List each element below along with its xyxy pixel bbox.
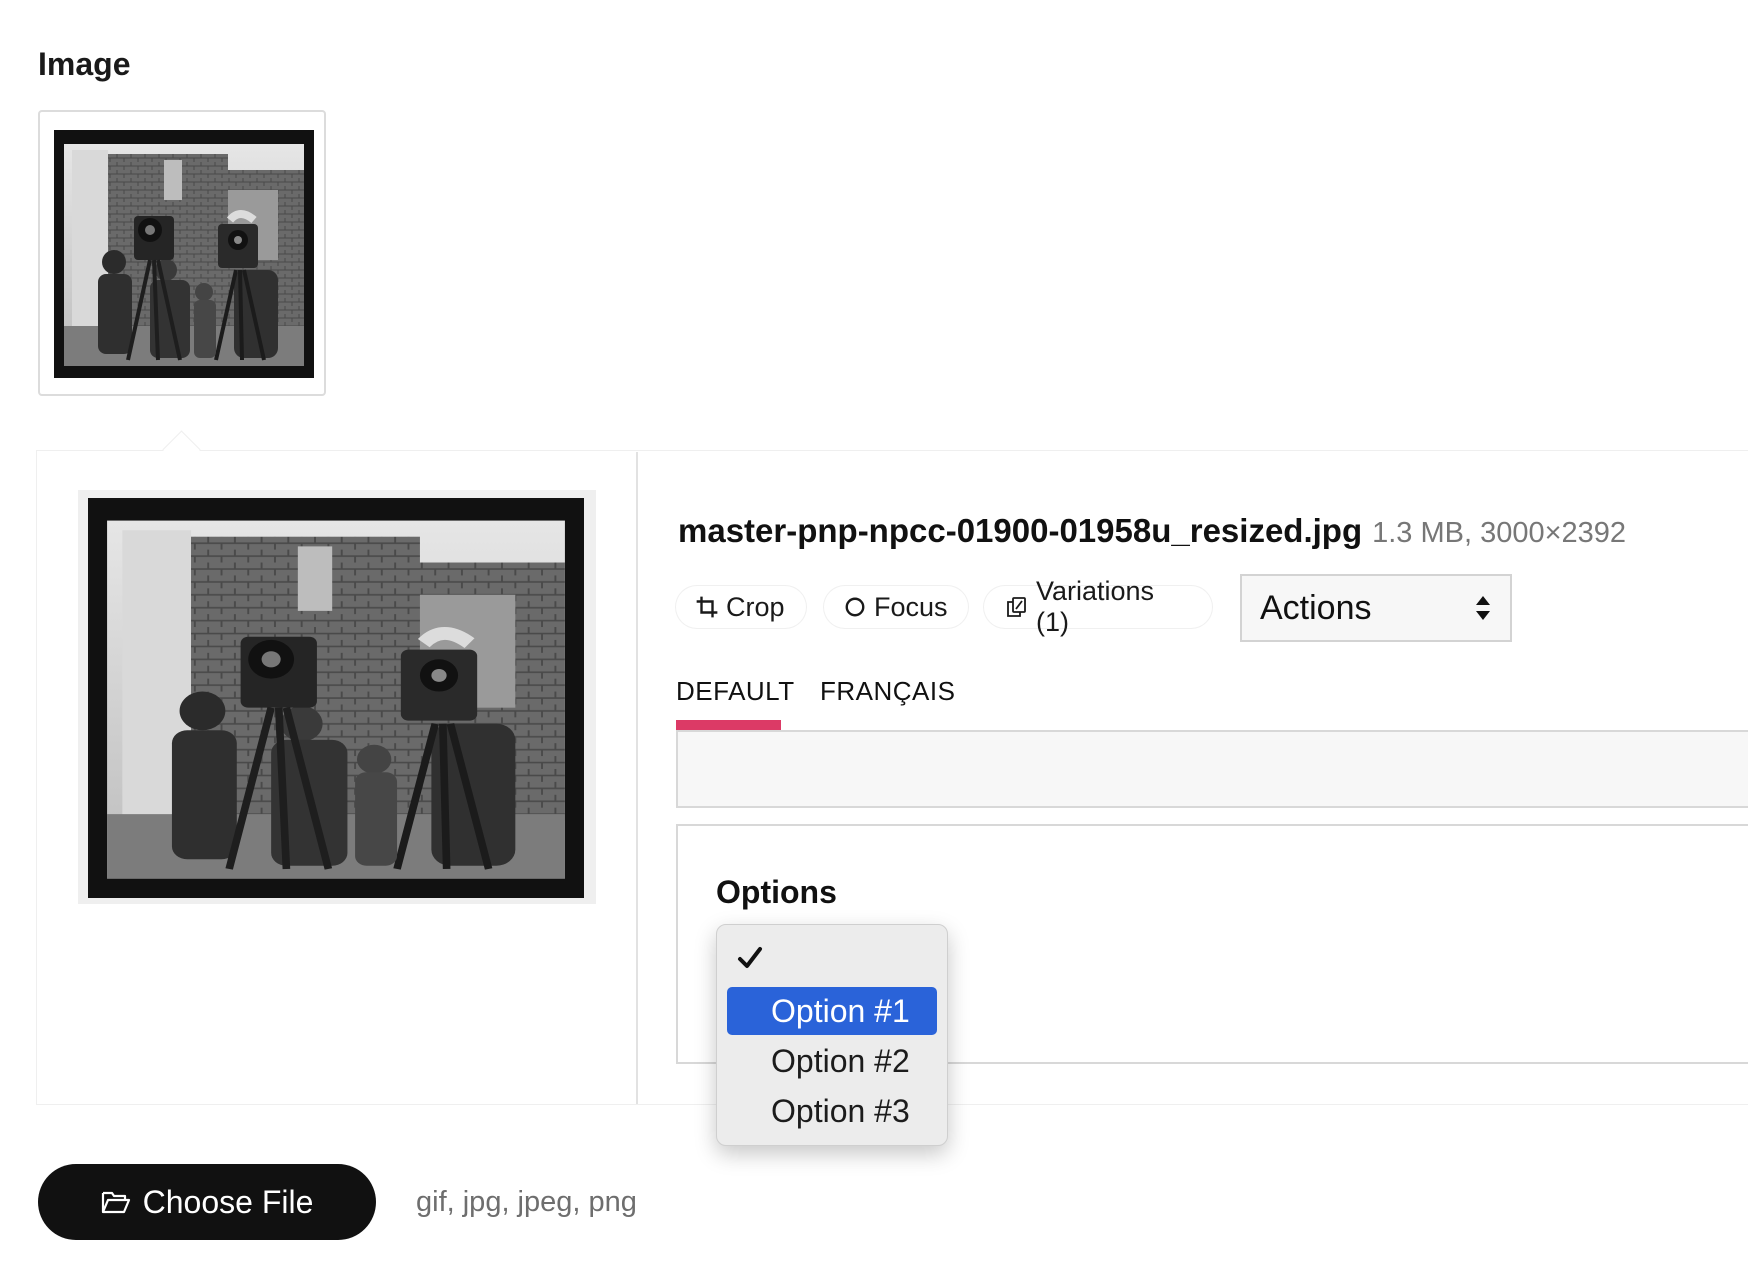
options-dropdown[interactable]: Option #1 Option #2 Option #3 (716, 924, 948, 1146)
active-tab-indicator (676, 720, 781, 730)
variations-button[interactable]: Variations (1) (984, 576, 1212, 637)
variations-label: Variations (1) (1036, 576, 1155, 637)
panel-divider (636, 452, 638, 1104)
actions-label: Actions (1260, 588, 1372, 627)
preview-photo (88, 498, 584, 898)
options-label: Options (716, 874, 837, 910)
tab-default[interactable]: DEFAULT (676, 676, 795, 707)
option-item[interactable]: Option #1 (727, 987, 937, 1035)
crop-button[interactable]: Crop (676, 586, 806, 628)
crop-label: Crop (726, 591, 785, 622)
section-label: Image (38, 46, 131, 82)
tab-francais[interactable]: FRANÇAIS (820, 676, 955, 707)
image-preview (78, 490, 596, 904)
focus-button[interactable]: Focus (824, 586, 968, 628)
file-meta: 1.3 MB, 3000×2392 (1372, 517, 1627, 549)
updown-arrows-icon (1476, 596, 1490, 620)
caption-input[interactable] (676, 730, 1748, 808)
choose-file-button[interactable]: Choose File (38, 1164, 376, 1240)
choose-file-label: Choose File (142, 1183, 314, 1220)
focus-icon (845, 597, 865, 617)
image-thumbnail[interactable] (38, 110, 326, 396)
thumbnail-photo (54, 130, 314, 378)
checkmark-icon (738, 947, 762, 968)
folder-open-icon (101, 1191, 130, 1214)
crop-icon (696, 596, 718, 618)
actions-select[interactable]: Actions (1240, 574, 1512, 642)
allowed-file-types: gif, jpg, jpeg, png (416, 1186, 637, 1218)
option-item[interactable]: Option #2 (727, 1037, 937, 1085)
option-item[interactable]: Option #3 (727, 1087, 937, 1135)
focus-label: Focus (874, 591, 948, 622)
file-info: master-pnp-npcc-01900-01958u_resized.jpg… (678, 512, 1626, 550)
file-name: master-pnp-npcc-01900-01958u_resized.jpg (678, 512, 1363, 549)
variations-icon (1007, 597, 1026, 617)
